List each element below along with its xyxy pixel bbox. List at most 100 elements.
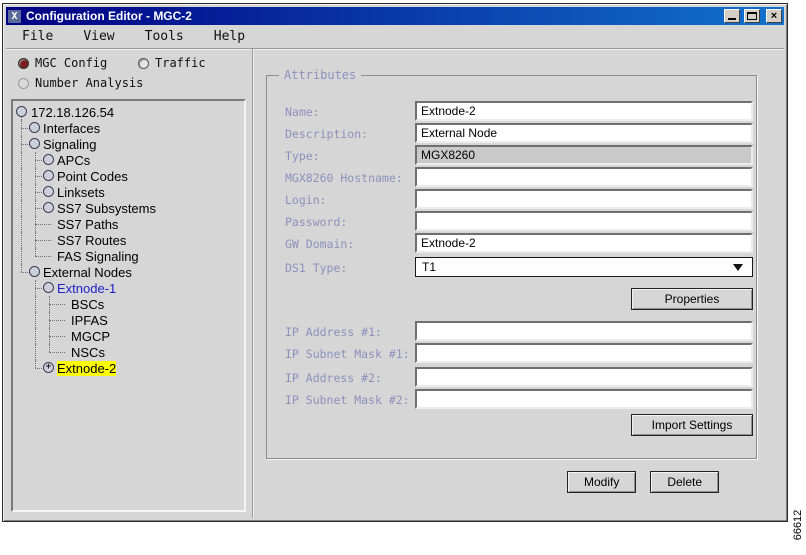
menu-file[interactable]: File bbox=[22, 29, 53, 44]
field-input-password[interactable] bbox=[415, 211, 753, 231]
field-input-ip-address-2[interactable] bbox=[415, 367, 753, 387]
window-title: Configuration Editor - MGC-2 bbox=[26, 9, 192, 23]
tree-toggle-icon[interactable] bbox=[43, 154, 54, 165]
close-icon: × bbox=[770, 10, 778, 22]
tree-toggle-icon[interactable] bbox=[43, 202, 54, 213]
configuration-editor-window: X Configuration Editor - MGC-2 × File Vie… bbox=[2, 3, 788, 522]
field-label-ds1-type: DS1 Type: bbox=[285, 261, 348, 275]
action-button-row: Modify Delete bbox=[502, 471, 784, 493]
tree-row-ss7-paths: SS7 Paths bbox=[13, 216, 244, 232]
tree-line bbox=[35, 360, 36, 368]
tree-line bbox=[49, 336, 65, 337]
tree-node-ss7-paths[interactable]: SS7 Paths bbox=[57, 217, 118, 232]
radio-number-analysis[interactable]: Number Analysis bbox=[18, 76, 143, 90]
tree-node-172-18-126-54[interactable]: 172.18.126.54 bbox=[31, 105, 114, 120]
tree-row-linksets: Linksets bbox=[13, 184, 244, 200]
tree-line bbox=[21, 200, 22, 216]
tree-node-signaling[interactable]: Signaling bbox=[43, 137, 97, 152]
import-settings-button[interactable]: Import Settings bbox=[631, 414, 753, 436]
tree-node-external-nodes[interactable]: External Nodes bbox=[43, 265, 132, 280]
field-input-name[interactable]: Extnode-2 bbox=[415, 101, 753, 121]
minimize-button[interactable] bbox=[724, 9, 740, 23]
properties-button[interactable]: Properties bbox=[631, 288, 753, 310]
tree-toggle-icon[interactable] bbox=[29, 138, 40, 149]
tree-node-bscs[interactable]: BSCs bbox=[71, 297, 104, 312]
right-panel: Attributes Properties Import Settings Na… bbox=[254, 49, 784, 518]
close-button[interactable]: × bbox=[766, 9, 782, 23]
tree-line bbox=[35, 256, 51, 257]
tree-box: 172.18.126.54 Interfaces Signaling APCs Poin… bbox=[11, 99, 246, 512]
tree-line bbox=[21, 264, 22, 272]
delete-button[interactable]: Delete bbox=[650, 471, 720, 493]
tree: 172.18.126.54 Interfaces Signaling APCs Poin… bbox=[13, 101, 244, 376]
radio-traffic[interactable]: Traffic bbox=[138, 56, 206, 70]
field-label-ip-address-2: IP Address #2: bbox=[285, 371, 382, 385]
tree-node-ss7-routes[interactable]: SS7 Routes bbox=[57, 233, 126, 248]
field-input-description[interactable]: External Node bbox=[415, 123, 753, 143]
tree-node-nscs[interactable]: NSCs bbox=[71, 345, 105, 360]
tree-node-fas-signaling[interactable]: FAS Signaling bbox=[57, 249, 139, 264]
field-label-description: Description: bbox=[285, 127, 369, 141]
tree-line bbox=[35, 328, 36, 344]
field-input-ip-subnet-mask-1[interactable] bbox=[415, 343, 753, 363]
radio-label: Traffic bbox=[155, 56, 206, 70]
menu-tools[interactable]: Tools bbox=[145, 29, 184, 44]
maximize-icon bbox=[747, 12, 757, 20]
field-input-gw-domain[interactable]: Extnode-2 bbox=[415, 233, 753, 253]
tree-line bbox=[35, 240, 51, 241]
field-label-ip-address-1: IP Address #1: bbox=[285, 325, 382, 339]
field-input-ip-subnet-mask-2[interactable] bbox=[415, 389, 753, 409]
tree-row-apcs: APCs bbox=[13, 152, 244, 168]
tree-row-external-nodes: External Nodes bbox=[13, 264, 244, 280]
tree-toggle-icon[interactable] bbox=[43, 186, 54, 197]
field-dropdown-ds1-type[interactable]: T1 bbox=[415, 257, 753, 277]
radio-mgc-config[interactable]: MGC Config bbox=[18, 56, 107, 70]
tree-node-apcs[interactable]: APCs bbox=[57, 153, 90, 168]
field-input-login[interactable] bbox=[415, 189, 753, 209]
menu-help[interactable]: Help bbox=[214, 29, 245, 44]
attributes-group-title: Attributes bbox=[279, 68, 362, 82]
radio-button-icon bbox=[138, 57, 149, 69]
tree-toggle-icon[interactable]: + bbox=[43, 362, 54, 373]
tree-row-ss7-subsystems: SS7 Subsystems bbox=[13, 200, 244, 216]
tree-node-linksets[interactable]: Linksets bbox=[57, 185, 105, 200]
tree-toggle-icon[interactable] bbox=[16, 106, 27, 117]
field-input-ip-address-1[interactable] bbox=[415, 321, 753, 341]
tree-node-interfaces[interactable]: Interfaces bbox=[43, 121, 100, 136]
tree-line bbox=[21, 232, 22, 248]
tree-line bbox=[35, 248, 36, 256]
tree-line bbox=[35, 312, 36, 328]
menu-view[interactable]: View bbox=[83, 29, 114, 44]
tree-node-mgcp[interactable]: MGCP bbox=[71, 329, 110, 344]
tree-toggle-icon[interactable] bbox=[43, 282, 54, 293]
tree-line bbox=[35, 224, 51, 225]
tree-row-172-18-126-54: 172.18.126.54 bbox=[13, 104, 244, 120]
field-input-mgx8260-hostname[interactable] bbox=[415, 167, 753, 187]
tree-node-extnode-1[interactable]: Extnode-1 bbox=[57, 281, 116, 296]
modify-button[interactable]: Modify bbox=[566, 471, 637, 493]
tree-line bbox=[21, 152, 22, 168]
radio-label: MGC Config bbox=[35, 56, 108, 70]
tree-line bbox=[49, 304, 65, 305]
tree-toggle-icon[interactable] bbox=[43, 170, 54, 181]
field-label-login: Login: bbox=[285, 193, 327, 207]
tree-line bbox=[21, 184, 22, 200]
dropdown-arrow-icon bbox=[733, 264, 743, 271]
tree-node-extnode-2[interactable]: Extnode-2 bbox=[57, 361, 117, 376]
tree-row-ss7-routes: SS7 Routes bbox=[13, 232, 244, 248]
main-content: MGC Config Traffic Number Analysis 172.18.… bbox=[6, 49, 784, 518]
radio-button-icon bbox=[18, 77, 29, 89]
tree-line bbox=[21, 168, 22, 184]
field-label-ip-subnet-mask-1: IP Subnet Mask #1: bbox=[285, 347, 410, 361]
tree-node-point-codes[interactable]: Point Codes bbox=[57, 169, 128, 184]
attributes-box: Attributes Properties Import Settings Na… bbox=[266, 68, 757, 459]
field-label-password: Password: bbox=[285, 215, 348, 229]
tree-node-ipfas[interactable]: IPFAS bbox=[71, 313, 108, 328]
tree-node-ss7-subsystems[interactable]: SS7 Subsystems bbox=[57, 201, 156, 216]
tree-toggle-icon[interactable] bbox=[29, 122, 40, 133]
tree-toggle-icon[interactable] bbox=[29, 266, 40, 277]
maximize-button[interactable] bbox=[744, 9, 760, 23]
tree-line bbox=[21, 248, 22, 264]
tree-row-extnode-1: Extnode-1 bbox=[13, 280, 244, 296]
tree-line bbox=[49, 344, 50, 352]
